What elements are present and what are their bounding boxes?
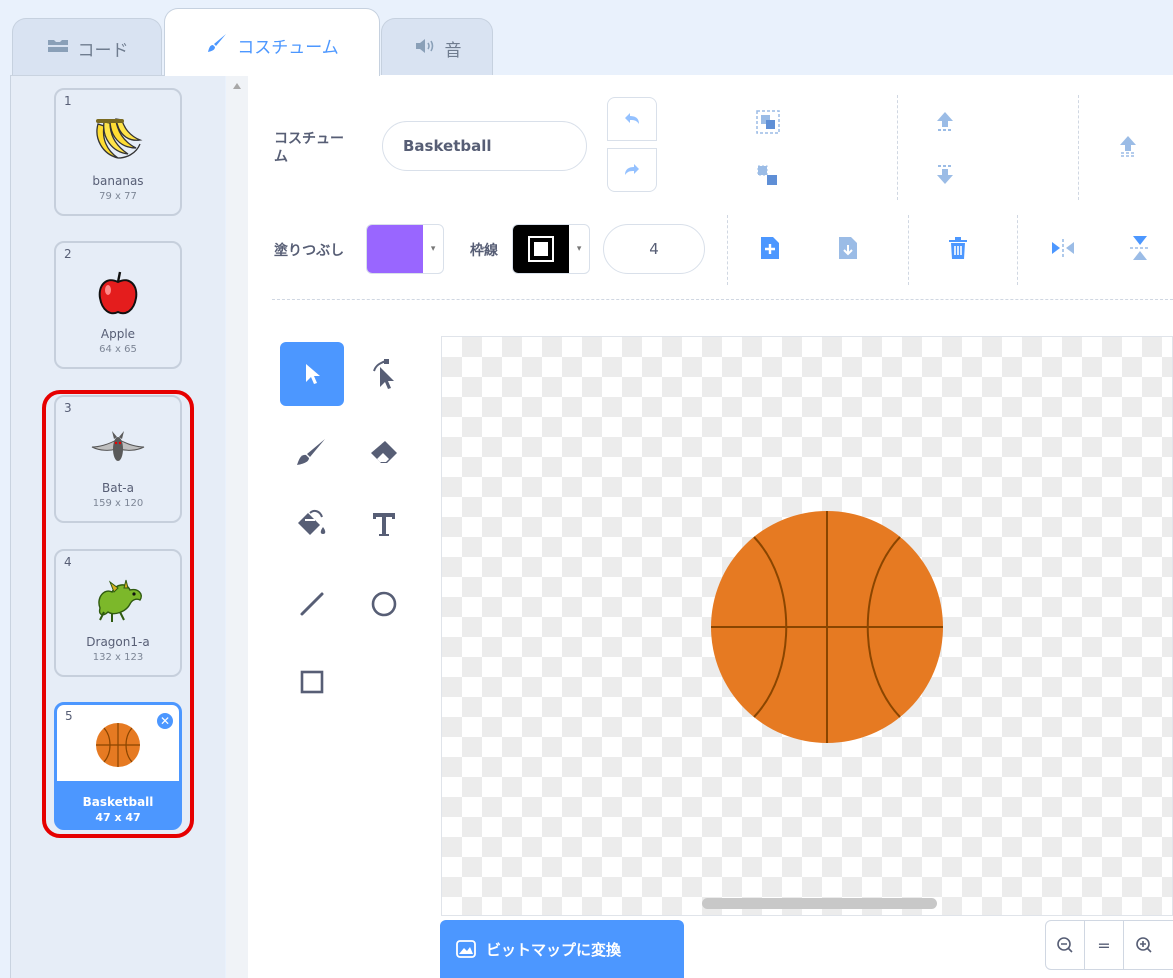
reshape-tool[interactable]: [352, 342, 416, 406]
circle-icon: [371, 591, 397, 617]
delete-button[interactable]: [940, 230, 976, 266]
brush-icon: [297, 439, 325, 465]
line-icon: [300, 592, 324, 616]
caret-down-icon: ▾: [576, 244, 582, 254]
canvas-horizontal-scrollbar[interactable]: [702, 898, 937, 909]
zoom-out-button[interactable]: [1046, 921, 1085, 969]
costume-name: Apple: [100, 327, 136, 341]
outline-label: 枠線: [470, 243, 498, 259]
text-icon: [373, 513, 395, 536]
toolbar-divider: [727, 215, 728, 285]
forward-button[interactable]: [925, 104, 965, 140]
costume-size: 64 x 65: [99, 344, 137, 355]
costume-item-apple[interactable]: 2 Apple 64 x 65: [54, 241, 182, 369]
bananas-thumbnail: [56, 108, 180, 172]
copy-button[interactable]: [752, 230, 788, 266]
costume-number: 2: [64, 247, 72, 261]
drawing-canvas[interactable]: [441, 336, 1173, 916]
fill-color-picker[interactable]: ▾: [366, 224, 444, 274]
undo-icon: [625, 113, 639, 124]
fill-color-swatch: [367, 225, 424, 273]
scroll-up-icon[interactable]: [232, 82, 244, 96]
fill-tool[interactable]: [280, 492, 344, 556]
flip-vertical-button[interactable]: [1122, 228, 1158, 268]
tab-bar: コード コスチューム 音: [0, 0, 1173, 76]
copy-icon: [761, 237, 779, 259]
backward-button[interactable]: [925, 156, 965, 192]
tab-sound-label: 音: [444, 41, 462, 61]
basketball-drawing[interactable]: [442, 337, 1173, 917]
flip-horizontal-button[interactable]: [1045, 230, 1081, 266]
ungroup-button[interactable]: [748, 158, 788, 194]
backward-icon: [937, 165, 953, 184]
select-tool[interactable]: [280, 342, 344, 406]
group-icon: [756, 110, 780, 134]
undo-button[interactable]: [607, 97, 657, 141]
circle-tool[interactable]: [352, 572, 416, 636]
apple-thumbnail: [56, 261, 180, 325]
app-window: コード コスチューム 音 1 bananas 79 x 77 2 Apple 6…: [0, 0, 1173, 978]
line-tool[interactable]: [280, 572, 344, 636]
tab-code-label: コード: [77, 41, 129, 61]
text-tool[interactable]: [352, 492, 416, 556]
front-button[interactable]: [1108, 128, 1148, 164]
image-icon: [456, 940, 476, 958]
rectangle-icon: [300, 670, 324, 694]
costume-name-label: コスチュー ム: [274, 131, 344, 165]
ungroup-icon: [757, 165, 777, 185]
fill-bucket-icon: [298, 509, 326, 535]
flip-vertical-icon: [1130, 236, 1150, 260]
costume-list-scrollbar[interactable]: [226, 75, 248, 978]
convert-to-bitmap-button[interactable]: ビットマップに変換: [440, 920, 684, 978]
fill-label: 塗りつぶし: [274, 243, 345, 259]
costume-item-bananas[interactable]: 1 bananas 79 x 77: [54, 88, 182, 216]
zoom-in-icon: [1135, 937, 1152, 953]
eraser-tool[interactable]: [352, 420, 416, 484]
toolbar-divider: [1078, 95, 1079, 200]
tab-costume[interactable]: コスチューム: [164, 8, 380, 76]
zoom-out-icon: [1057, 937, 1073, 953]
trash-icon: [949, 237, 967, 259]
costume-size: 79 x 77: [99, 191, 137, 202]
select-arrow-icon: [306, 364, 320, 384]
annotation-highlight-box: [42, 390, 194, 838]
redo-button[interactable]: [607, 148, 657, 192]
code-icon: [46, 36, 70, 56]
costume-name: bananas: [92, 174, 144, 188]
forward-icon: [937, 112, 953, 131]
rectangle-tool[interactable]: [280, 650, 344, 714]
outline-color-swatch: [513, 225, 570, 273]
group-button[interactable]: [748, 104, 788, 140]
reshape-icon: [373, 359, 394, 389]
tab-sound[interactable]: 音: [381, 18, 493, 76]
zoom-controls: =: [1045, 920, 1173, 970]
convert-to-bitmap-label: ビットマップに変換: [486, 940, 622, 959]
costume-number: 1: [64, 94, 72, 108]
paste-icon: [839, 237, 857, 259]
toolbar-bottom-divider: [272, 299, 1173, 300]
brush-tool[interactable]: [280, 420, 344, 484]
outline-width-input[interactable]: 4: [603, 224, 705, 274]
tab-code[interactable]: コード: [12, 18, 162, 76]
toolbar-divider: [908, 215, 909, 285]
outline-color-picker[interactable]: ▾: [512, 224, 590, 274]
caret-down-icon: ▾: [430, 244, 436, 254]
brush-icon: [205, 33, 229, 53]
costume-name-input[interactable]: Basketball: [382, 121, 587, 171]
speaker-icon: [413, 36, 437, 56]
redo-icon: [625, 164, 639, 175]
eraser-icon: [371, 441, 397, 463]
zoom-reset-button[interactable]: =: [1085, 921, 1124, 969]
toolbar-divider: [1017, 215, 1018, 285]
zoom-in-button[interactable]: [1124, 921, 1163, 969]
paste-button[interactable]: [830, 230, 866, 266]
flip-horizontal-icon: [1052, 239, 1074, 257]
tab-costume-label: コスチューム: [237, 38, 339, 58]
toolbar-divider: [897, 95, 898, 200]
front-icon: [1120, 136, 1136, 157]
